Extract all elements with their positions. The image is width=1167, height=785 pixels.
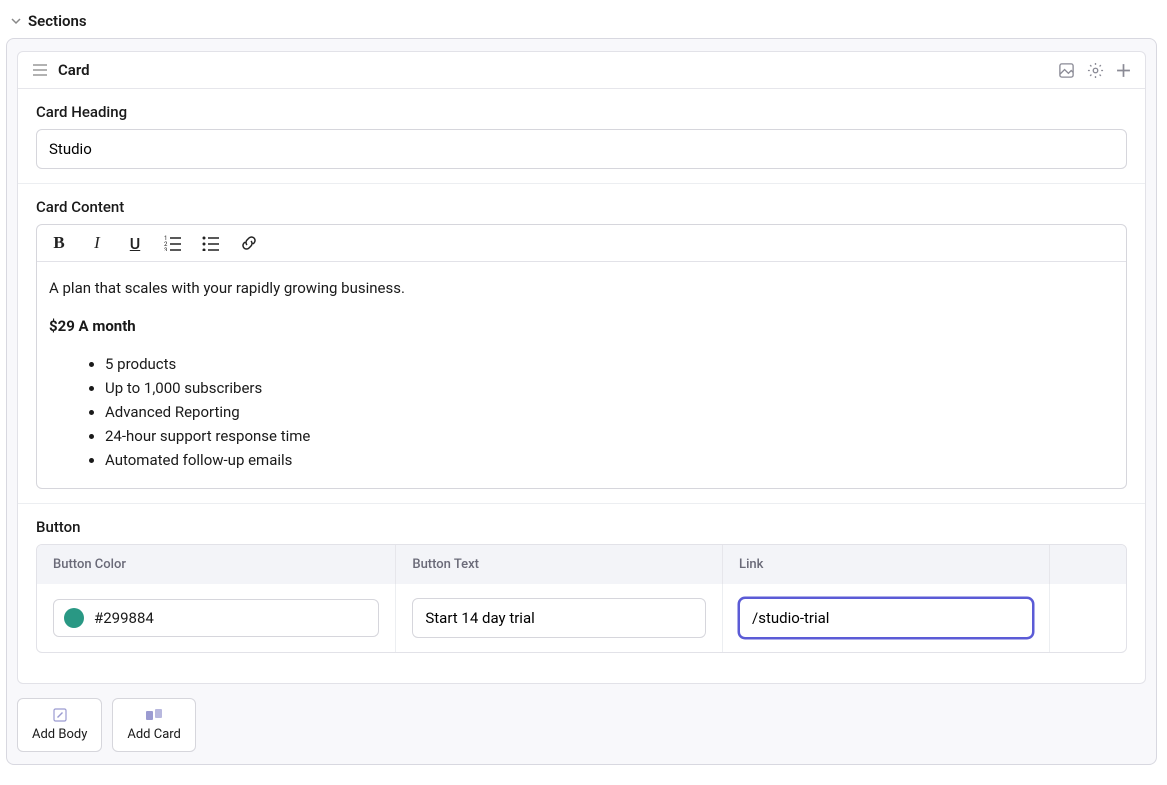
rich-text-editor: B I U 123 A plan that scales with your r… bbox=[36, 224, 1127, 489]
card-header: Card bbox=[18, 52, 1145, 89]
button-link-input[interactable] bbox=[739, 598, 1033, 638]
row-actions bbox=[1050, 584, 1126, 652]
list-item: 24-hour support response time bbox=[105, 424, 1114, 448]
table-row: #299884 bbox=[37, 584, 1126, 652]
add-body-label: Add Body bbox=[32, 727, 87, 742]
rte-content[interactable]: A plan that scales with your rapidly gro… bbox=[37, 262, 1126, 488]
drag-handle-icon[interactable] bbox=[32, 63, 48, 77]
image-icon[interactable] bbox=[1058, 62, 1075, 79]
link-icon[interactable] bbox=[239, 233, 259, 253]
button-color-input[interactable]: #299884 bbox=[53, 599, 379, 637]
page-title: Sections bbox=[28, 12, 87, 30]
col-button-text: Button Text bbox=[396, 545, 723, 584]
add-card-label: Add Card bbox=[127, 727, 181, 742]
table-head: Button Color Button Text Link bbox=[37, 545, 1126, 584]
color-value: #299884 bbox=[94, 609, 154, 627]
chevron-down-icon bbox=[10, 15, 22, 27]
italic-icon[interactable]: I bbox=[87, 233, 107, 253]
list-item: Advanced Reporting bbox=[105, 400, 1114, 424]
svg-text:3: 3 bbox=[164, 247, 167, 251]
card-title: Card bbox=[58, 61, 90, 79]
card-heading-label: Card Heading bbox=[36, 103, 1127, 121]
col-button-color: Button Color bbox=[37, 545, 396, 584]
card-content-group: Card Content B I U 123 bbox=[18, 184, 1145, 504]
button-text-input[interactable] bbox=[412, 598, 706, 638]
button-group: Button Button Color Button Text Link #29… bbox=[18, 504, 1145, 683]
col-actions bbox=[1050, 545, 1126, 584]
add-card-button[interactable]: Add Card bbox=[112, 698, 196, 752]
gear-icon[interactable] bbox=[1087, 62, 1104, 79]
list-item: Up to 1,000 subscribers bbox=[105, 376, 1114, 400]
list-item: 5 products bbox=[105, 352, 1114, 376]
list-item: Automated follow-up emails bbox=[105, 448, 1114, 472]
color-swatch bbox=[64, 608, 84, 628]
sections-header[interactable]: Sections bbox=[6, 10, 1157, 38]
button-table: Button Color Button Text Link #299884 bbox=[36, 544, 1127, 653]
sections-panel: Card Card Heading Card Content bbox=[6, 38, 1157, 765]
edit-icon bbox=[52, 707, 68, 723]
add-body-button[interactable]: Add Body bbox=[17, 698, 102, 752]
content-price: $29 A month bbox=[49, 317, 136, 335]
col-link: Link bbox=[723, 545, 1050, 584]
card-heading-group: Card Heading bbox=[18, 89, 1145, 184]
unordered-list-icon[interactable] bbox=[201, 233, 221, 253]
card-heading-input[interactable] bbox=[36, 129, 1127, 169]
bold-icon[interactable]: B bbox=[49, 233, 69, 253]
cards-icon bbox=[145, 707, 163, 723]
underline-icon[interactable]: U bbox=[125, 233, 145, 253]
button-section-label: Button bbox=[36, 518, 1127, 536]
rte-toolbar: B I U 123 bbox=[37, 225, 1126, 262]
ordered-list-icon[interactable]: 123 bbox=[163, 233, 183, 253]
content-intro: A plan that scales with your rapidly gro… bbox=[49, 276, 1114, 300]
features-list: 5 products Up to 1,000 subscribers Advan… bbox=[49, 352, 1114, 472]
plus-icon[interactable] bbox=[1116, 63, 1131, 78]
card-content-label: Card Content bbox=[36, 198, 1127, 216]
card-block: Card Card Heading Card Content bbox=[17, 51, 1146, 684]
footer-actions: Add Body Add Card bbox=[17, 698, 1146, 752]
